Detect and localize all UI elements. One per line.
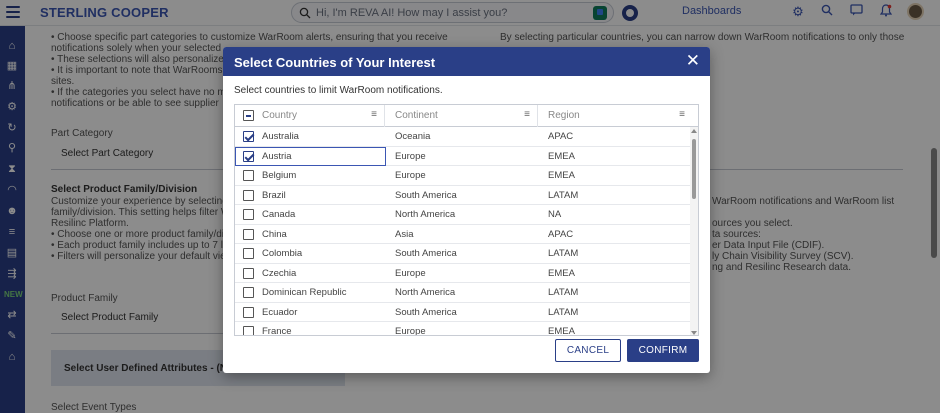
cell-region: NA (548, 209, 562, 220)
table-row[interactable]: Australia Oceania APAC (235, 127, 692, 147)
table-row[interactable]: Brazil South America LATAM (235, 185, 692, 205)
cancel-button[interactable]: CANCEL (555, 339, 621, 362)
cell-country: Colombia (262, 248, 303, 259)
cell-region: EMEA (548, 267, 575, 279)
cell-continent: Europe (395, 170, 426, 181)
cell-continent: Europe (395, 326, 426, 336)
cell-continent: Asia (395, 228, 414, 240)
cell-country: Belgium (262, 170, 297, 181)
table-row[interactable]: Czechia Europe EMEA (235, 263, 692, 283)
cell-continent: Europe (395, 150, 426, 162)
focused-cell-outline (235, 146, 386, 166)
cell-country: Czechia (262, 267, 297, 279)
cell-country: France (262, 326, 292, 336)
cell-country: Australia (262, 131, 299, 142)
cell-continent: South America (395, 248, 457, 259)
cell-country: Brazil (262, 189, 286, 201)
table-row[interactable]: Belgium Europe EMEA (235, 166, 692, 186)
select-countries-dialog: Select Countries of Your Interest ✕ Sele… (223, 47, 710, 373)
row-checkbox[interactable] (243, 267, 254, 279)
table-row[interactable]: China Asia APAC (235, 224, 692, 244)
table-row[interactable]: Austria Europe EMEA (235, 146, 692, 166)
row-checkbox[interactable] (243, 306, 254, 318)
row-checkbox[interactable] (243, 287, 254, 298)
grid-rows: Australia Oceania APAC Austria Europe EMEA Bel… (235, 127, 692, 336)
scroll-down-icon[interactable] (691, 331, 697, 335)
cell-region: APAC (548, 228, 574, 240)
cell-continent: South America (395, 189, 457, 201)
row-checkbox[interactable] (243, 170, 254, 181)
grid-header: Country ≡ Continent ≡ Region ≡ (235, 105, 698, 127)
row-checkbox[interactable] (243, 189, 254, 201)
row-checkbox[interactable] (243, 248, 254, 259)
table-row[interactable]: Ecuador South America LATAM (235, 302, 692, 322)
cell-continent: North America (395, 209, 456, 220)
cell-region: LATAM (548, 189, 579, 201)
column-header-continent[interactable]: Continent ≡ (385, 105, 538, 127)
column-menu-icon[interactable]: ≡ (524, 109, 530, 120)
dialog-header: Select Countries of Your Interest ✕ (223, 47, 710, 76)
cell-country: China (262, 228, 287, 240)
confirm-button[interactable]: CONFIRM (627, 339, 699, 362)
grid-scrollbar[interactable] (690, 127, 698, 335)
cell-region: APAC (548, 131, 574, 142)
row-checkbox[interactable] (243, 326, 254, 335)
column-menu-icon[interactable]: ≡ (679, 109, 685, 120)
column-menu-icon[interactable]: ≡ (371, 109, 377, 120)
cell-continent: North America (395, 287, 456, 298)
column-header-region[interactable]: Region ≡ (538, 105, 692, 127)
column-header-country[interactable]: Country ≡ (235, 105, 385, 127)
table-row[interactable]: France Europe EMEA (235, 322, 692, 336)
close-icon[interactable]: ✕ (686, 52, 700, 69)
table-row[interactable]: Dominican Republic North America LATAM (235, 283, 692, 303)
cell-country: Canada (262, 209, 296, 220)
cell-region: EMEA (548, 170, 575, 181)
cell-region: EMEA (548, 150, 575, 162)
countries-grid: Country ≡ Continent ≡ Region ≡ Australia… (234, 104, 699, 336)
row-checkbox[interactable] (243, 209, 254, 220)
table-row[interactable]: Colombia South America LATAM (235, 244, 692, 264)
row-checkbox[interactable] (243, 131, 254, 142)
cell-country: Ecuador (262, 306, 298, 318)
dialog-subtitle: Select countries to limit WarRoom notifi… (234, 85, 443, 96)
cell-country: Dominican Republic (262, 287, 347, 298)
cell-continent: Oceania (395, 131, 431, 142)
cell-region: LATAM (548, 248, 579, 259)
cell-continent: South America (395, 306, 457, 318)
cell-continent: Europe (395, 267, 426, 279)
scroll-up-icon[interactable] (691, 129, 697, 133)
select-all-checkbox[interactable] (243, 110, 254, 121)
cell-region: LATAM (548, 287, 579, 298)
cell-region: EMEA (548, 326, 575, 336)
scroll-thumb[interactable] (692, 139, 696, 199)
row-checkbox[interactable] (243, 228, 254, 240)
cell-region: LATAM (548, 306, 579, 318)
table-row[interactable]: Canada North America NA (235, 205, 692, 225)
dialog-title: Select Countries of Your Interest (234, 55, 436, 70)
